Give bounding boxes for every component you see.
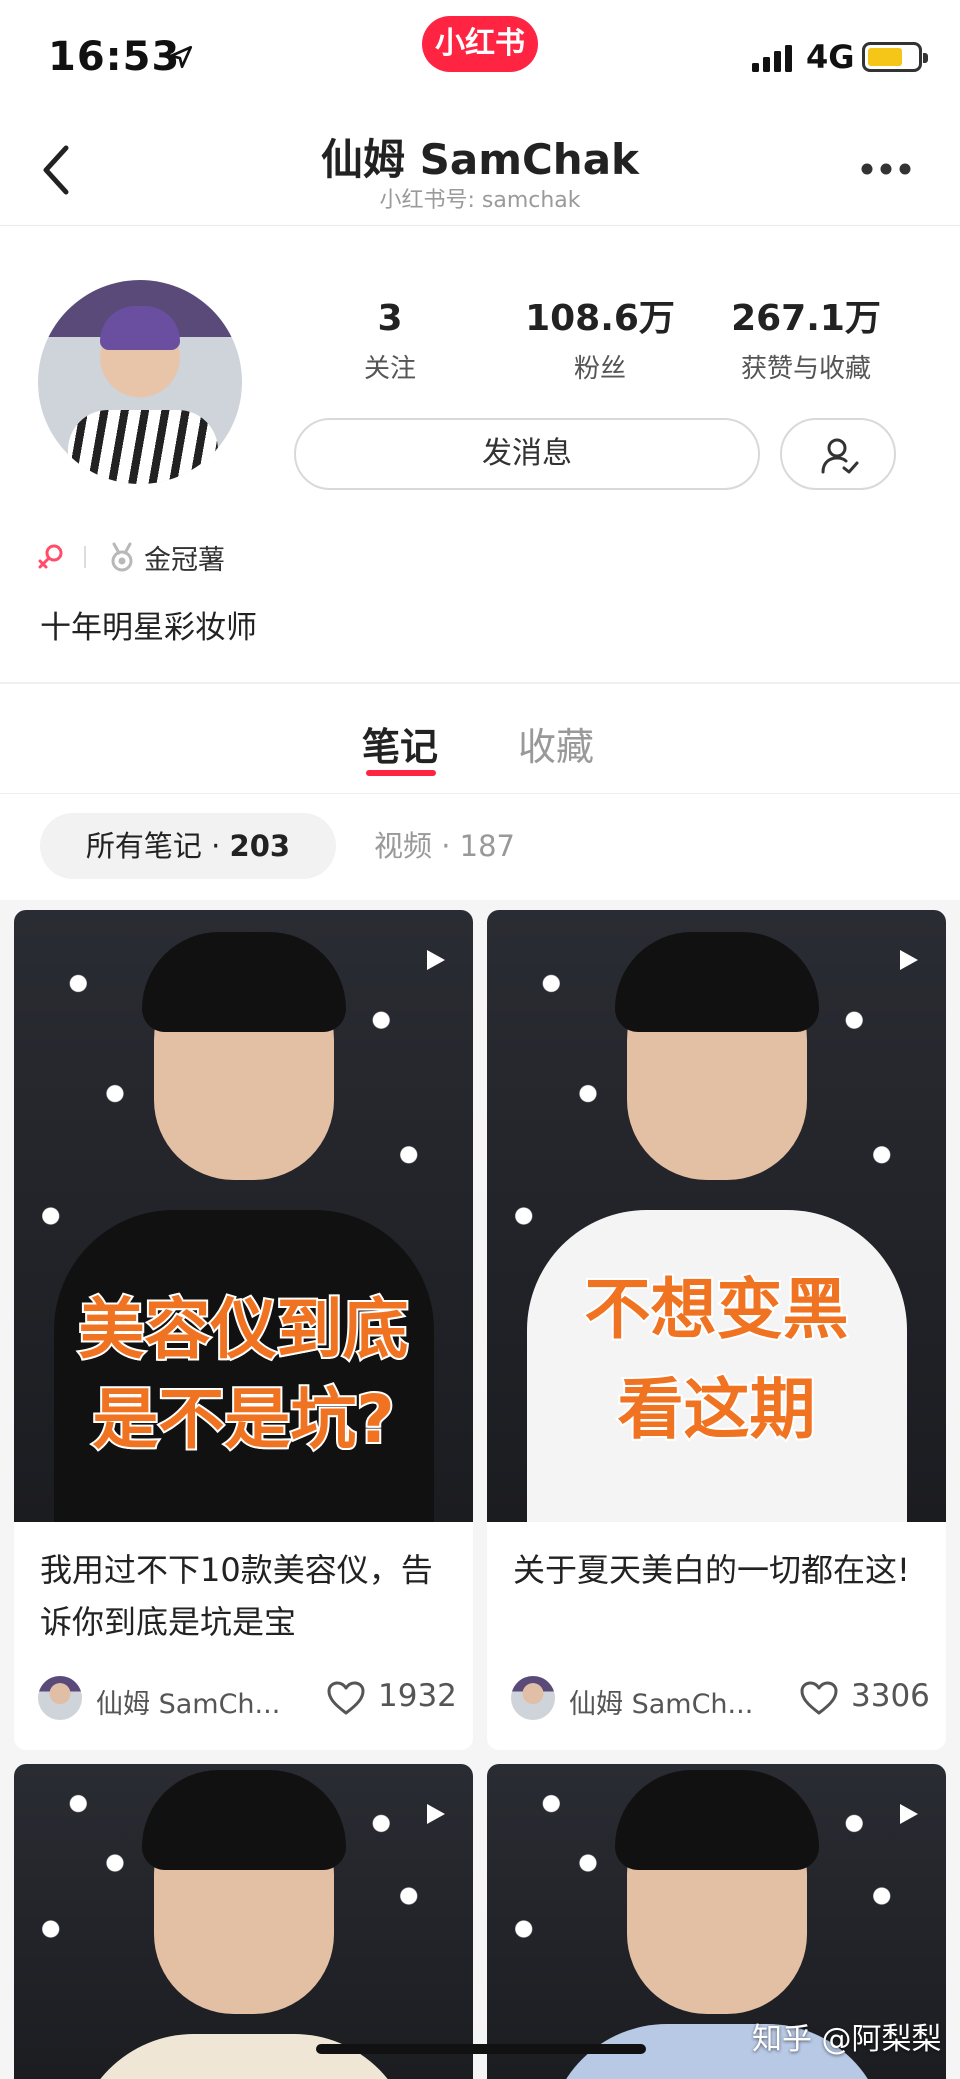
note-card[interactable]: 美容仪到底 是不是坑? 我用过不下10款美容仪，告诉你到底是坑是宝 仙姆 Sam… (14, 910, 473, 1750)
cover-person-body (74, 2034, 414, 2079)
female-gender-icon (38, 544, 63, 569)
filter-videos[interactable]: 视频 · 187 (374, 813, 515, 879)
avatar-shirt (68, 410, 218, 484)
cover-person-hair (142, 1770, 346, 1870)
user-check-icon (821, 438, 859, 474)
tab-notes[interactable]: 笔记 (362, 716, 438, 771)
stat-likes-value: 267.1万 (731, 298, 881, 339)
video-play-icon (427, 950, 445, 970)
stat-following[interactable]: 3 关注 (290, 296, 490, 385)
stat-following-label: 关注 (363, 354, 416, 384)
video-play-icon (900, 950, 918, 970)
tag-divider (84, 546, 86, 568)
stat-followers-value: 108.6万 (525, 298, 675, 339)
note-author-row: 仙姆 SamCh... 1932 (38, 1676, 458, 1724)
note-cover[interactable]: 不想变黑 看这期 (487, 910, 946, 1522)
heart-icon[interactable] (326, 1680, 366, 1716)
home-indicator[interactable] (316, 2044, 646, 2054)
notes-feed: 美容仪到底 是不是坑? 我用过不下10款美容仪，告诉你到底是坑是宝 仙姆 Sam… (0, 900, 960, 2079)
heart-icon[interactable] (799, 1680, 839, 1716)
like-count: 3306 (851, 1678, 930, 1714)
user-id: 小红书号: samchak (379, 188, 581, 213)
more-options-icon[interactable] (860, 162, 912, 176)
send-message-button[interactable]: 发消息 (294, 418, 760, 490)
page-title: 仙姆 SamChak (321, 135, 639, 184)
note-cover[interactable] (14, 1764, 473, 2079)
network-type: 4G (806, 38, 855, 76)
avatar-hair (100, 306, 180, 350)
author-avatar[interactable] (511, 1676, 555, 1720)
stat-following-value: 3 (377, 298, 403, 339)
author-name[interactable]: 仙姆 SamCh... (569, 1682, 753, 1721)
battery-tip (923, 53, 928, 63)
cover-person-hair (615, 1770, 819, 1870)
level-badge-label[interactable]: 金冠薯 (144, 538, 225, 577)
app-logo-badge: 小红书 (422, 16, 538, 72)
status-time: 16:53 (48, 34, 181, 80)
battery-level (868, 48, 902, 66)
note-filters: 所有笔记 · 203 视频 · 187 (0, 795, 960, 899)
cover-person-body (527, 1210, 907, 1522)
stat-followers[interactable]: 108.6万 粉丝 (500, 296, 700, 385)
content-tabs: 笔记 收藏 (0, 690, 960, 794)
filter-all-label: 所有笔记 · (85, 829, 230, 863)
cover-person-hair (142, 932, 346, 1032)
filter-all-notes[interactable]: 所有笔记 · 203 (40, 813, 336, 879)
note-cover[interactable]: 美容仪到底 是不是坑? (14, 910, 473, 1522)
note-title[interactable]: 我用过不下10款美容仪，告诉你到底是坑是宝 (40, 1544, 450, 1648)
note-title[interactable]: 关于夏天美白的一切都在这! (513, 1544, 923, 1596)
stat-followers-label: 粉丝 (573, 354, 626, 384)
location-arrow-icon (169, 45, 193, 69)
watermark: 知乎 @阿梨梨 (752, 2022, 942, 2057)
author-avatar[interactable] (38, 1676, 82, 1720)
video-play-icon (900, 1804, 918, 1824)
profile-bio: 十年明星彩妆师 (40, 610, 257, 646)
medal-icon (111, 542, 133, 572)
stat-likes-collects[interactable]: 267.1万 获赞与收藏 (706, 296, 906, 385)
profile-avatar[interactable] (38, 280, 242, 484)
note-card[interactable] (14, 1764, 473, 2079)
profile-stats: 3 关注 108.6万 粉丝 267.1万 获赞与收藏 (290, 296, 930, 396)
follow-status-button[interactable] (780, 418, 896, 490)
active-tab-indicator (366, 770, 436, 776)
note-card[interactable]: 不想变黑 看这期 关于夏天美白的一切都在这! 仙姆 SamCh... 3306 (487, 910, 946, 1750)
video-play-icon (427, 1804, 445, 1824)
tab-collections[interactable]: 收藏 (518, 716, 594, 771)
cover-caption-line2: 是不是坑? (90, 1379, 396, 1460)
cellular-signal-icon (752, 45, 792, 72)
cover-caption-line1: 美容仪到底 (77, 1289, 411, 1370)
filter-all-count: 203 (229, 829, 291, 863)
stat-likes-label: 获赞与收藏 (740, 354, 871, 384)
author-name[interactable]: 仙姆 SamCh... (96, 1682, 280, 1721)
section-divider (0, 682, 960, 684)
profile-header: 仙姆 SamChak 小红书号: samchak (0, 110, 960, 226)
status-bar: 16:53 小红书 4G (0, 0, 960, 110)
cover-caption-line1: 不想变黑 (583, 1269, 851, 1350)
battery-icon (862, 42, 928, 72)
like-count: 1932 (378, 1678, 457, 1714)
cover-person-hair (615, 932, 819, 1032)
note-author-row: 仙姆 SamCh... 3306 (511, 1676, 931, 1724)
cover-caption-line2: 看这期 (616, 1369, 818, 1450)
